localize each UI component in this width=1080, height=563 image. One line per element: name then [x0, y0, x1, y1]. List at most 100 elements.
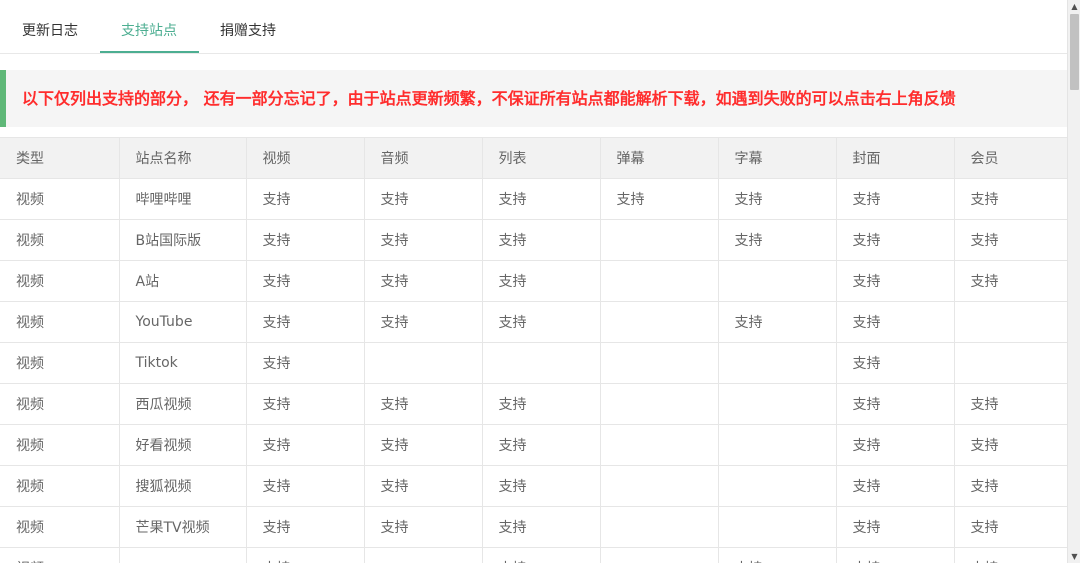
table-body: 视频 哔哩哔哩 支持 支持 支持 支持 支持 支持 支持 视频 B站国际版 支持 支持 支持 支持 支持 支持视…	[0, 178, 1067, 563]
table-cell: A站	[118, 260, 247, 302]
table-cell: 支持	[953, 383, 1067, 425]
table-cell: 视频	[0, 547, 120, 563]
table-cell: 支持	[717, 219, 837, 261]
table-row: 视频 YouTube 支持 支持 支持 支持 支持	[0, 301, 1067, 343]
column-header: 字幕	[717, 137, 837, 179]
table-cell: 支持	[245, 178, 365, 220]
table-cell: 支持	[717, 547, 837, 563]
table-cell	[717, 260, 837, 302]
table-cell	[599, 342, 719, 384]
table-cell	[717, 342, 837, 384]
table-cell: 哔哩哔哩	[118, 178, 247, 220]
table-cell: 支持	[363, 383, 483, 425]
table-cell: 支持	[245, 547, 365, 563]
vertical-scrollbar[interactable]: ▲ ▼	[1067, 0, 1080, 563]
supported-sites-table-wrapper: 类型 站点名称 视频 音频 列表 弹幕 字幕 封面 会员 视频 哔哩哔哩 支持 支持 支持 支持 支持 支持支…	[0, 137, 1067, 563]
table-row: 视频 搜狐视频 支持 支持 支持 支持 支持	[0, 465, 1067, 507]
table-cell: 支持	[953, 219, 1067, 261]
table-cell	[118, 547, 247, 563]
table-row: 视频 B站国际版 支持 支持 支持 支持 支持 支持	[0, 219, 1067, 261]
table-cell: 支持	[835, 260, 955, 302]
table-cell: 支持	[245, 260, 365, 302]
table-cell: 支持	[835, 547, 955, 563]
table-row: 视频 A站 支持 支持 支持 支持 支持	[0, 260, 1067, 302]
table-cell: 好看视频	[118, 424, 247, 466]
table-cell: 支持	[953, 178, 1067, 220]
table-cell: 视频	[0, 424, 120, 466]
tab-bar: 更新日志 支持站点 捐赠支持	[0, 0, 1067, 54]
table-cell: 支持	[717, 178, 837, 220]
table-cell: Tiktok	[118, 342, 247, 384]
table-cell: 支持	[481, 547, 601, 563]
table-cell: 支持	[363, 424, 483, 466]
table-cell	[599, 219, 719, 261]
table-cell: 支持	[481, 465, 601, 507]
table-cell: 支持	[481, 424, 601, 466]
table-cell	[953, 301, 1067, 343]
table-cell	[717, 424, 837, 466]
page: 更新日志 支持站点 捐赠支持 以下仅列出支持的部分， 还有一部分忘记了，由于站点…	[0, 0, 1080, 563]
active-tab-indicator	[100, 51, 199, 53]
tab-changelog[interactable]: 更新日志	[22, 0, 78, 54]
table-cell: B站国际版	[118, 219, 247, 261]
column-header: 封面	[835, 137, 955, 179]
table-cell: 支持	[363, 260, 483, 302]
table-row: 视频 哔哩哔哩 支持 支持 支持 支持 支持 支持 支持	[0, 178, 1067, 220]
table-cell: 支持	[481, 260, 601, 302]
table-cell: 视频	[0, 465, 120, 507]
tab-supported-sites[interactable]: 支持站点	[121, 0, 177, 54]
table-cell: 视频	[0, 506, 120, 548]
table-cell: 支持	[835, 383, 955, 425]
table-cell	[599, 260, 719, 302]
table-cell: 支持	[245, 424, 365, 466]
table-cell	[599, 506, 719, 548]
table-cell: 支持	[835, 342, 955, 384]
table-cell: 视频	[0, 301, 120, 343]
column-header: 视频	[245, 137, 365, 179]
table-row: 视频 西瓜视频 支持 支持 支持 支持 支持	[0, 383, 1067, 425]
table-cell: 芒果TV视频	[118, 506, 247, 548]
table-cell	[953, 342, 1067, 384]
table-cell: 支持	[835, 506, 955, 548]
table-cell	[599, 383, 719, 425]
column-header: 会员	[953, 137, 1067, 179]
column-header: 站点名称	[118, 137, 247, 179]
scroll-thumb[interactable]	[1070, 14, 1079, 90]
table-cell: 视频	[0, 178, 120, 220]
main-content: 更新日志 支持站点 捐赠支持 以下仅列出支持的部分， 还有一部分忘记了，由于站点…	[0, 0, 1067, 563]
table-cell: 搜狐视频	[118, 465, 247, 507]
table-cell: 西瓜视频	[118, 383, 247, 425]
table-cell: 支持	[953, 465, 1067, 507]
table-cell: 支持	[953, 506, 1067, 548]
column-header: 弹幕	[599, 137, 719, 179]
table-row: 视频 芒果TV视频 支持 支持 支持 支持 支持	[0, 506, 1067, 548]
table-cell: 视频	[0, 260, 120, 302]
table-cell	[717, 465, 837, 507]
table-cell: 支持	[481, 383, 601, 425]
scroll-down-arrow-icon[interactable]: ▼	[1068, 550, 1080, 563]
table-cell: 视频	[0, 342, 120, 384]
table-cell	[717, 383, 837, 425]
table-cell	[599, 301, 719, 343]
table-row: 视频 Tiktok 支持 支持	[0, 342, 1067, 384]
table-cell: 支持	[953, 424, 1067, 466]
table-cell: 支持	[245, 506, 365, 548]
table-cell: 支持	[245, 465, 365, 507]
table-cell: 支持	[953, 260, 1067, 302]
table-cell: 支持	[835, 301, 955, 343]
column-header: 列表	[481, 137, 601, 179]
table-cell: 支持	[953, 547, 1067, 563]
table-cell: 支持	[363, 465, 483, 507]
table-cell: 支持	[481, 301, 601, 343]
table-cell	[363, 342, 483, 384]
table-cell	[363, 547, 483, 563]
tab-donate[interactable]: 捐赠支持	[220, 0, 276, 54]
table-cell	[481, 342, 601, 384]
scroll-up-arrow-icon[interactable]: ▲	[1068, 0, 1080, 13]
table-cell: 视频	[0, 383, 120, 425]
table-cell: 支持	[835, 178, 955, 220]
table-cell	[599, 547, 719, 563]
table-cell: 支持	[245, 383, 365, 425]
table-cell: 支持	[363, 178, 483, 220]
table-cell: 支持	[481, 178, 601, 220]
